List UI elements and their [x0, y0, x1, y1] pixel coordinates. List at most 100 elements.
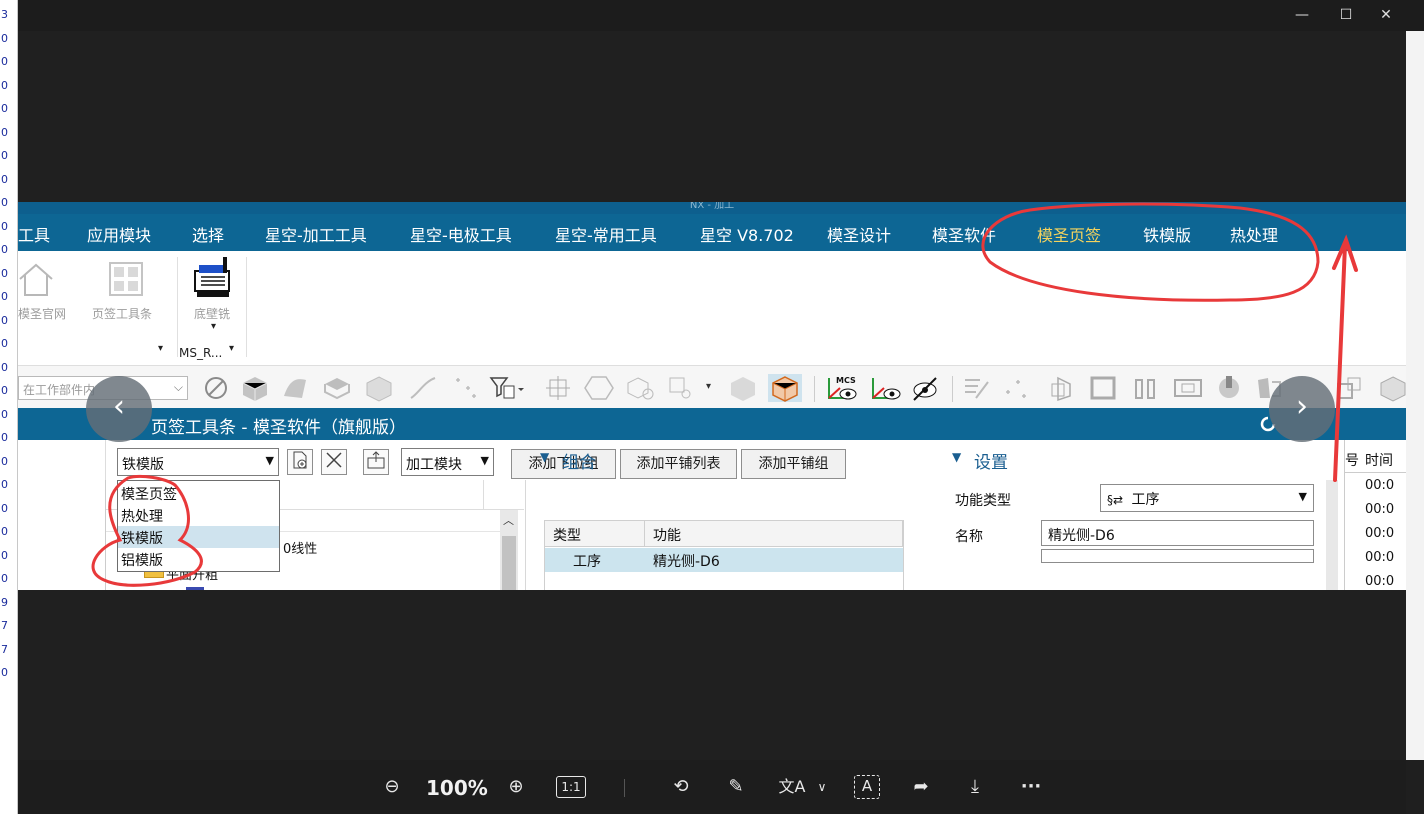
- name-input[interactable]: 精光侧-D6: [1041, 520, 1314, 546]
- chevron-down-icon[interactable]: ▾: [706, 374, 720, 402]
- zoom-level[interactable]: 100%: [426, 776, 488, 800]
- type-filter-icon[interactable]: [488, 374, 524, 402]
- wcs-eye-icon[interactable]: [870, 374, 904, 402]
- tree-item-linear[interactable]: 0线性: [283, 538, 317, 557]
- grid-header-type[interactable]: 类型: [545, 521, 645, 547]
- grid-cell-function[interactable]: 精光侧-D6: [645, 548, 903, 572]
- menu-item-select[interactable]: 选择: [192, 222, 224, 246]
- option-iron-template[interactable]: 铁模版: [118, 526, 279, 548]
- ribbon-group-arrow-2[interactable]: ▾: [229, 343, 234, 354]
- ribbon-toolbar-label[interactable]: 页签工具条: [92, 305, 152, 322]
- menu-item-xingkong-common[interactable]: 星空-常用工具: [555, 222, 657, 246]
- time-cell[interactable]: 00:0: [1365, 550, 1394, 565]
- more-options-button[interactable]: ···: [1014, 774, 1048, 800]
- option-aluminium-template[interactable]: 铝模版: [118, 548, 279, 570]
- next-image-button[interactable]: ›: [1269, 376, 1335, 442]
- time-cell[interactable]: 00:0: [1365, 574, 1394, 589]
- maximize-button[interactable]: ☐: [1331, 4, 1361, 26]
- rotate-button[interactable]: ⟲: [666, 774, 696, 800]
- no-filter-icon[interactable]: [202, 374, 232, 402]
- func-type-select[interactable]: §⇄ 工序 ▼: [1100, 484, 1314, 512]
- previous-image-button[interactable]: ‹: [86, 376, 152, 442]
- grid-icon[interactable]: [108, 261, 144, 301]
- ribbon-group-arrow-1[interactable]: ▾: [158, 343, 163, 354]
- collapse-icon[interactable]: ▼: [952, 450, 961, 464]
- floor-wall-mill-icon[interactable]: [191, 257, 235, 303]
- ribbon-cmd-arrow[interactable]: ▾: [211, 321, 216, 332]
- menu-item-mosheng-design[interactable]: 模圣设计: [827, 222, 891, 246]
- time-cell[interactable]: 00:0: [1365, 478, 1394, 493]
- sheet-body-icon[interactable]: [280, 374, 310, 402]
- edit-button[interactable]: ✎: [721, 774, 751, 800]
- menu-item-mosheng-tab[interactable]: 模圣页签: [1037, 222, 1101, 246]
- add-tile-list-button[interactable]: 添加平铺列表: [620, 449, 737, 479]
- face-icon[interactable]: [322, 374, 352, 402]
- translate-options-button[interactable]: ∨: [814, 774, 830, 800]
- stacked-cube-icon[interactable]: [1048, 374, 1078, 402]
- scroll-up-icon[interactable]: ︿: [503, 512, 514, 528]
- menu-item-xingkong-version[interactable]: 星空 V8.702: [700, 222, 794, 246]
- col-number-header[interactable]: 号: [1345, 450, 1359, 470]
- snap-point-icon[interactable]: [544, 374, 574, 402]
- wireframe-cube-icon[interactable]: [768, 374, 802, 402]
- menu-item-xingkong-electrode[interactable]: 星空-电极工具: [410, 222, 512, 246]
- share-button[interactable]: ➦: [906, 774, 936, 800]
- menu-item-mosheng-software[interactable]: 模圣软件: [932, 222, 996, 246]
- zoom-in-button[interactable]: ⊕: [502, 774, 530, 800]
- settings-section-header[interactable]: 设置: [974, 448, 1008, 473]
- curve-icon[interactable]: [408, 374, 438, 402]
- time-cell[interactable]: 00:0: [1365, 526, 1394, 541]
- scrollbar-thumb[interactable]: [502, 536, 516, 590]
- text-recognition-button[interactable]: A: [854, 775, 880, 799]
- frame-icon[interactable]: [1088, 374, 1118, 402]
- menu-item-tools[interactable]: 工具: [18, 222, 50, 246]
- edit-list-icon[interactable]: [962, 374, 992, 402]
- download-button[interactable]: ⤓: [960, 774, 990, 800]
- cube-icon[interactable]: [364, 374, 394, 402]
- option-mosheng-tab[interactable]: 模圣页签: [118, 482, 279, 504]
- mcs-eye-icon[interactable]: MCS: [826, 374, 860, 402]
- view-cube-icon[interactable]: [728, 374, 758, 402]
- group-section-header[interactable]: 组合: [562, 448, 596, 473]
- menu-item-iron-template[interactable]: 铁模版: [1143, 222, 1191, 246]
- square-shadow-icon[interactable]: [1334, 374, 1364, 402]
- hexagon-icon[interactable]: [584, 374, 614, 402]
- grid-cell-type[interactable]: 工序: [545, 548, 645, 572]
- time-cell[interactable]: 00:0: [1365, 502, 1394, 517]
- option-heat-treatment[interactable]: 热处理: [118, 504, 279, 526]
- minimize-button[interactable]: —: [1287, 4, 1317, 26]
- pillars-icon[interactable]: [1132, 374, 1162, 402]
- menu-item-xingkong-machining[interactable]: 星空-加工工具: [265, 222, 367, 246]
- export-icon[interactable]: [363, 449, 389, 475]
- grid-header-function[interactable]: 功能: [645, 521, 903, 547]
- module-select[interactable]: 加工模块 ▼: [401, 448, 494, 476]
- tree-scrollbar[interactable]: ︿: [500, 510, 518, 590]
- box-icon[interactable]: [1378, 374, 1406, 402]
- close-button[interactable]: ✕: [1371, 4, 1401, 26]
- col-time-header[interactable]: 时间: [1365, 450, 1393, 470]
- delete-icon[interactable]: [321, 449, 347, 475]
- menu-item-app-modules[interactable]: 应用模块: [87, 222, 151, 246]
- translate-button[interactable]: 文A: [775, 774, 809, 800]
- menu-item-heat-treatment[interactable]: 热处理: [1230, 222, 1278, 246]
- panel-icon[interactable]: [1172, 374, 1202, 402]
- ribbon-cmd-label[interactable]: 底壁铣: [194, 305, 230, 322]
- gear-part-icon[interactable]: [1214, 374, 1244, 402]
- ribbon-home-label[interactable]: 模圣官网: [18, 305, 66, 322]
- ribbon-group-label[interactable]: MS_R...: [179, 346, 222, 360]
- square-snap-icon[interactable]: [666, 374, 696, 402]
- point-icon[interactable]: [448, 374, 478, 402]
- next-field[interactable]: [1041, 549, 1314, 563]
- zoom-out-button[interactable]: ⊖: [378, 774, 406, 800]
- hide-percent-icon[interactable]: [908, 374, 942, 402]
- collapse-icon[interactable]: ▼: [540, 450, 549, 464]
- scatter-points-icon[interactable]: [1002, 374, 1032, 402]
- home-icon[interactable]: [18, 259, 58, 303]
- body-point-icon[interactable]: [626, 374, 656, 402]
- solid-body-icon[interactable]: [240, 374, 270, 402]
- actual-size-button[interactable]: 1:1: [556, 776, 586, 798]
- tab-select[interactable]: 铁模版 ▼: [117, 448, 279, 476]
- add-page-icon[interactable]: [287, 449, 313, 475]
- settings-scrollbar[interactable]: [1326, 480, 1338, 590]
- add-tile-group-button[interactable]: 添加平铺组: [741, 449, 846, 479]
